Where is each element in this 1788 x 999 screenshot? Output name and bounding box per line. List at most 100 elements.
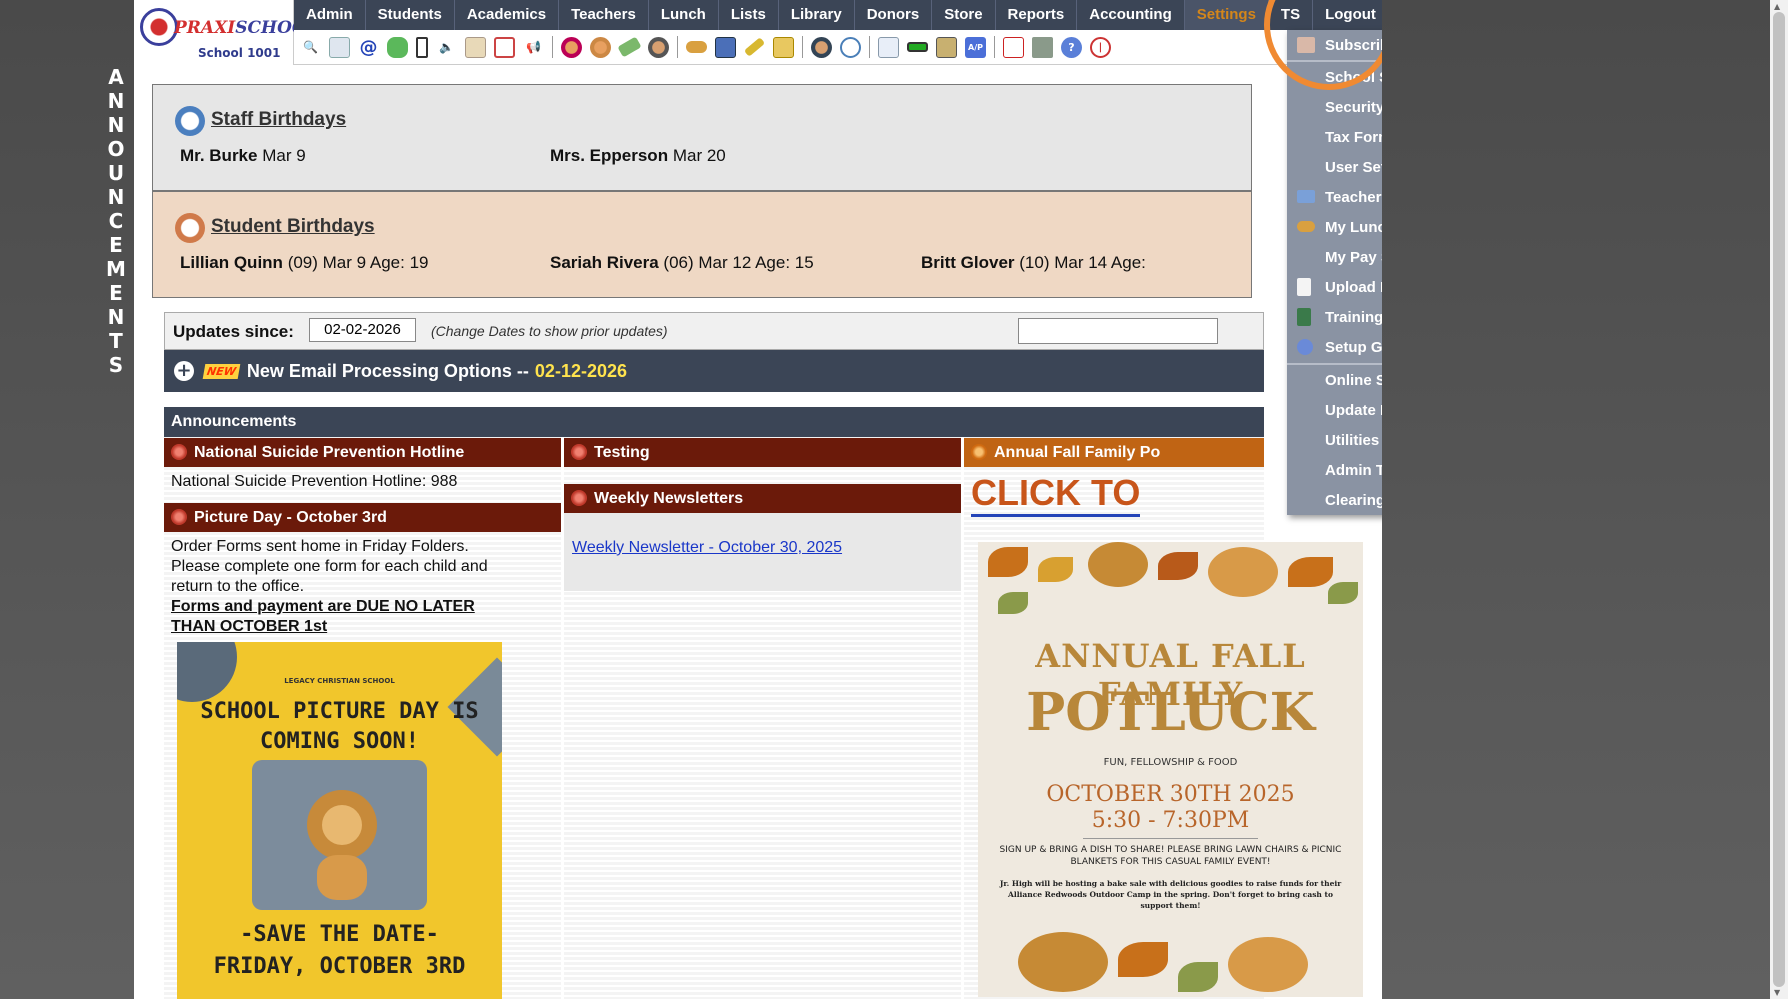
- vertical-letter: N: [107, 89, 125, 113]
- cake-icon: [175, 106, 205, 136]
- pumpkin-decoration: [1088, 542, 1148, 587]
- report-icon[interactable]: [465, 36, 486, 58]
- updates-date-input[interactable]: 02-02-2026: [309, 318, 416, 342]
- menu-tax-forms[interactable]: Tax Forms ⇒: [1287, 122, 1382, 152]
- nav-admin[interactable]: Admin: [294, 0, 366, 30]
- announcement-title[interactable]: Annual Fall Family Po: [964, 438, 1264, 467]
- calendar-icon[interactable]: [494, 36, 515, 58]
- pdf-icon[interactable]: [1003, 36, 1024, 58]
- nav-library[interactable]: Library: [779, 0, 855, 30]
- click-to-link[interactable]: CLICK TO: [971, 472, 1141, 517]
- scroll-thumb[interactable]: [1773, 12, 1785, 987]
- email-processing-title[interactable]: New Email Processing Options --: [247, 361, 529, 382]
- nav-lists[interactable]: Lists: [719, 0, 779, 30]
- pencil-icon[interactable]: [743, 37, 766, 57]
- nav-reports[interactable]: Reports: [996, 0, 1078, 30]
- nav-ts[interactable]: TS: [1269, 0, 1314, 30]
- toolbar-separator: [994, 36, 995, 58]
- nav-settings[interactable]: Settings: [1184, 0, 1269, 30]
- staff-birthdays-title[interactable]: Staff Birthdays: [211, 109, 346, 131]
- search-icon[interactable]: 🔍: [300, 37, 321, 58]
- picture-day-poster[interactable]: LEGACY CHRISTIAN SCHOOL SCHOOL PICTURE D…: [177, 642, 502, 999]
- at-icon[interactable]: @: [358, 37, 379, 58]
- speaker-icon[interactable]: 🔈: [436, 37, 457, 58]
- poster-decoration: [177, 642, 237, 702]
- poster-save-the-date: -SAVE THE DATE-: [240, 922, 439, 947]
- announcement-title[interactable]: National Suicide Prevention Hotline: [164, 438, 561, 467]
- menu-item-label: Security Settings: [1325, 98, 1382, 116]
- announcement-title[interactable]: Weekly Newsletters: [564, 484, 961, 513]
- people-icon[interactable]: [648, 36, 669, 58]
- card-icon[interactable]: [907, 42, 928, 52]
- student-birthday-entry: Britt Glover (10) Mar 14 Age:: [921, 253, 1146, 273]
- megaphone-icon[interactable]: 📢: [523, 37, 544, 58]
- nav-accounting[interactable]: Accounting: [1077, 0, 1185, 30]
- menu-subscribe-update-email[interactable]: Subscribe-Update Email: [1287, 30, 1382, 60]
- scrollbar[interactable]: ▲ ▼: [1770, 0, 1788, 999]
- scroll-down-arrow-icon[interactable]: ▼: [1774, 988, 1780, 997]
- pin-icon: [171, 444, 187, 460]
- menu-admin-tasks[interactable]: Admin Tasks ⇒: [1287, 455, 1382, 485]
- new-badge: NEW: [202, 363, 241, 379]
- weekly-newsletter-link[interactable]: Weekly Newsletter - October 30, 2025: [572, 539, 842, 557]
- announcement-title-text: Weekly Newsletters: [594, 490, 744, 507]
- nav-students[interactable]: Students: [366, 0, 455, 30]
- menu-setup-guides[interactable]: Setup Guides: [1287, 332, 1382, 362]
- nav-donors[interactable]: Donors: [855, 0, 933, 30]
- updates-search-input[interactable]: [1018, 318, 1218, 344]
- print-icon[interactable]: [936, 36, 957, 58]
- chat-icon[interactable]: [387, 36, 408, 58]
- menu-user-settings[interactable]: User Settings ⇒: [1287, 152, 1382, 182]
- stack-icon[interactable]: [1032, 36, 1053, 58]
- expand-plus-icon[interactable]: +: [174, 361, 194, 381]
- clock-icon[interactable]: [840, 36, 861, 58]
- announcement-title-text: National Suicide Prevention Hotline: [194, 444, 465, 461]
- menu-security-settings[interactable]: Security Settings ⇒: [1287, 92, 1382, 122]
- menu-teacher-html[interactable]: Teacher Html: [1287, 182, 1382, 212]
- poster-date: FRIDAY, OCTOBER 3RD: [213, 954, 466, 979]
- teacher-icon[interactable]: [561, 36, 582, 58]
- spreadsheet-icon[interactable]: [878, 36, 899, 58]
- menu-item-label: Update Parent Square: [1325, 401, 1382, 419]
- nav-lunch[interactable]: Lunch: [649, 0, 719, 30]
- menu-my-pay-stubs[interactable]: My Pay Stubs: [1287, 242, 1382, 272]
- nav-logout[interactable]: Logout: [1313, 0, 1382, 30]
- leaf-decoration: [1328, 582, 1358, 604]
- vertical-letter: A: [108, 65, 124, 89]
- help-icon: [1297, 339, 1313, 355]
- calendar-grid-icon[interactable]: [329, 36, 350, 58]
- book-icon[interactable]: [715, 36, 736, 58]
- envelope-icon: [1297, 37, 1315, 53]
- nav-store[interactable]: Store: [932, 0, 996, 30]
- announcement-title[interactable]: Testing: [564, 438, 961, 467]
- birthday-detail: Mar 20: [672, 146, 726, 165]
- tag-icon[interactable]: [617, 36, 642, 58]
- menu-upload-personal-docs[interactable]: Upload Personal Docs: [1287, 272, 1382, 302]
- pin-icon: [571, 490, 587, 506]
- email-processing-bar[interactable]: + NEW New Email Processing Options -- 02…: [164, 350, 1264, 392]
- student-icon[interactable]: [590, 36, 611, 58]
- menu-school-settings[interactable]: School Settings ⇒: [1287, 62, 1382, 92]
- announcement-title[interactable]: Picture Day - October 3rd: [164, 503, 561, 532]
- student-birthdays-title[interactable]: Student Birthdays: [211, 216, 375, 238]
- ap-icon[interactable]: A/P: [965, 36, 986, 58]
- nav-academics[interactable]: Academics: [455, 0, 560, 30]
- mail-icon[interactable]: [773, 36, 794, 58]
- nav-teachers[interactable]: Teachers: [559, 0, 649, 30]
- burger-icon: [1297, 221, 1315, 232]
- menu-training-videos[interactable]: Training Videos: [1287, 302, 1382, 332]
- menu-my-lunch-statement[interactable]: My Lunch Statement: [1287, 212, 1382, 242]
- menu-update-parent-square[interactable]: Update Parent Square: [1287, 395, 1382, 425]
- menu-clearing-browser-cache[interactable]: Clearing Browser Cache: [1287, 485, 1382, 515]
- help-icon[interactable]: ?: [1061, 36, 1082, 58]
- updates-hint: (Change Dates to show prior updates): [431, 323, 668, 339]
- potluck-poster[interactable]: ANNUAL FALL FAMILY POTLUCK FUN, FELLOWSH…: [978, 542, 1363, 997]
- power-icon[interactable]: |: [1090, 36, 1111, 58]
- menu-online-support[interactable]: Online Support: [1287, 365, 1382, 395]
- praxischool-logo[interactable]: PRAXISCHOOL™ School 1001: [134, 0, 327, 65]
- scroll-up-arrow-icon[interactable]: ▲: [1774, 2, 1780, 11]
- menu-utilities[interactable]: Utilities: [1287, 425, 1382, 455]
- mobile-icon[interactable]: [416, 36, 428, 58]
- lunch-icon[interactable]: [686, 41, 707, 53]
- staff-icon[interactable]: [811, 36, 832, 58]
